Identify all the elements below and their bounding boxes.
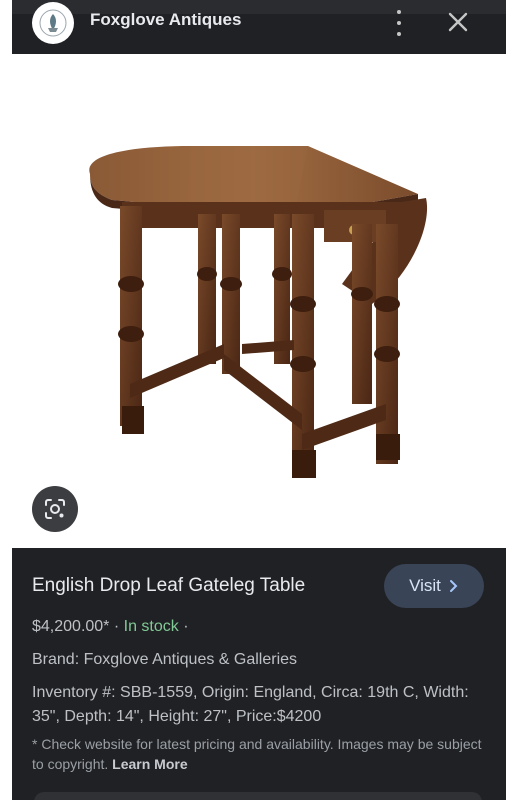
separator-2: · xyxy=(183,618,189,635)
product-title[interactable]: English Drop Leaf Gateleg Table xyxy=(32,575,305,597)
product-info-panel: English Drop Leaf Gateleg Table Visit $4… xyxy=(12,548,506,800)
bottom-bar-hint xyxy=(34,792,482,800)
chevron-right-icon xyxy=(449,580,458,592)
right-margin xyxy=(506,0,528,800)
gateleg-table-image xyxy=(89,146,428,478)
disclaimer: * Check website for latest pricing and a… xyxy=(32,734,487,774)
left-margin xyxy=(0,0,12,800)
price-row: $4,200.00* · In stock · xyxy=(32,618,189,636)
separator: · xyxy=(113,618,120,635)
more-vert-icon[interactable] xyxy=(392,10,406,36)
product-image[interactable] xyxy=(12,54,506,548)
learn-more-link[interactable]: Learn More xyxy=(112,756,187,772)
product-details: Inventory #: SBB-1559, Origin: England, … xyxy=(32,684,469,725)
visit-button[interactable]: Visit xyxy=(384,564,484,608)
visit-label: Visit xyxy=(409,576,441,595)
site-name[interactable]: Foxglove Antiques xyxy=(90,10,241,30)
site-header: Foxglove Antiques xyxy=(12,0,506,54)
price: $4,200.00* xyxy=(32,618,110,635)
disclaimer-text: * Check website for latest pricing and a… xyxy=(32,736,482,772)
google-lens-icon[interactable] xyxy=(32,486,78,532)
close-icon[interactable] xyxy=(446,10,470,34)
stock-status: In stock xyxy=(123,618,179,635)
brand-text: Brand: Foxglove Antiques & Galleries xyxy=(32,651,298,668)
foxglove-logo-icon[interactable] xyxy=(32,2,74,44)
